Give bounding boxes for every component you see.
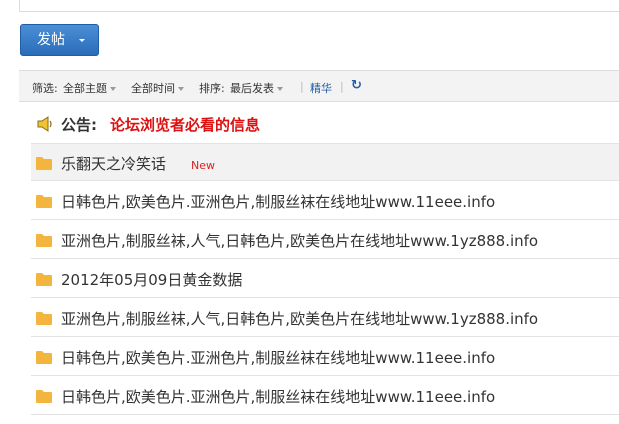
thread-title[interactable]: 日韩色片,欧美色片.亚洲色片,制服丝袜在线地址www.11eee.info <box>61 191 495 212</box>
speaker-icon <box>37 116 52 132</box>
folder-icon <box>36 351 52 364</box>
folder-icon <box>36 234 52 247</box>
thread-title[interactable]: 2012年05月09日黄金数据 <box>61 269 242 290</box>
post-button-label: 发帖 <box>37 32 65 48</box>
thread-row[interactable]: 日韩色片,欧美色片.亚洲色片,制服丝袜在线地址www.11eee.info <box>31 338 619 376</box>
thread-row[interactable]: 乐翻天之冷笑话 New <box>31 143 619 181</box>
folder-icon <box>36 195 52 208</box>
thread-title[interactable]: 亚洲色片,制服丝袜,人气,日韩色片,欧美色片在线地址www.1yz888.inf… <box>61 230 538 251</box>
post-button[interactable]: 发帖 <box>20 24 99 56</box>
thread-title[interactable]: 乐翻天之冷笑话 <box>61 153 166 174</box>
folder-icon <box>36 273 52 286</box>
announcement-row[interactable]: 公告: 论坛浏览者必看的信息 <box>31 106 619 142</box>
thread-row[interactable]: 日韩色片,欧美色片.亚洲色片,制服丝袜在线地址www.11eee.info <box>31 377 619 415</box>
time-filter-dropdown[interactable]: 全部时间 <box>131 80 184 96</box>
folder-icon <box>36 390 52 403</box>
separator: | <box>300 80 304 93</box>
previous-panel-border <box>19 0 619 12</box>
thread-title[interactable]: 日韩色片,欧美色片.亚洲色片,制服丝袜在线地址www.11eee.info <box>61 386 495 407</box>
digest-link[interactable]: 精华 <box>310 80 332 96</box>
separator: | <box>340 80 344 93</box>
refresh-icon[interactable]: ↻ <box>351 78 362 93</box>
time-filter-value: 全部时间 <box>131 82 175 95</box>
thread-row[interactable]: 日韩色片,欧美色片.亚洲色片,制服丝袜在线地址www.11eee.info <box>31 182 619 220</box>
chevron-down-icon <box>79 39 85 42</box>
chevron-down-icon <box>178 87 184 91</box>
sort-dropdown[interactable]: 最后发表 <box>230 80 283 96</box>
sort-label: 排序: <box>199 82 225 95</box>
topic-filter-dropdown[interactable]: 全部主题 <box>63 80 116 96</box>
filter-label: 筛选: <box>32 82 58 95</box>
new-badge: New <box>191 159 215 172</box>
folder-icon <box>36 312 52 325</box>
sort-value: 最后发表 <box>230 82 274 95</box>
thread-row[interactable]: 2012年05月09日黄金数据 <box>31 260 619 298</box>
thread-row[interactable]: 亚洲色片,制服丝袜,人气,日韩色片,欧美色片在线地址www.1yz888.inf… <box>31 221 619 259</box>
chevron-down-icon <box>110 87 116 91</box>
thread-row[interactable]: 亚洲色片,制服丝袜,人气,日韩色片,欧美色片在线地址www.1yz888.inf… <box>31 299 619 337</box>
thread-title[interactable]: 日韩色片,欧美色片.亚洲色片,制服丝袜在线地址www.11eee.info <box>61 347 495 368</box>
chevron-down-icon <box>277 87 283 91</box>
announcement-text[interactable]: 论坛浏览者必看的信息 <box>110 114 260 135</box>
thread-title[interactable]: 亚洲色片,制服丝袜,人气,日韩色片,欧美色片在线地址www.1yz888.inf… <box>61 308 538 329</box>
announcement-label: 公告: <box>61 116 97 134</box>
folder-icon <box>36 157 52 170</box>
topic-filter-value: 全部主题 <box>63 82 107 95</box>
filter-bar: 筛选: 全部主题 全部时间 排序: 最后发表 | 精华 | ↻ <box>19 70 619 102</box>
